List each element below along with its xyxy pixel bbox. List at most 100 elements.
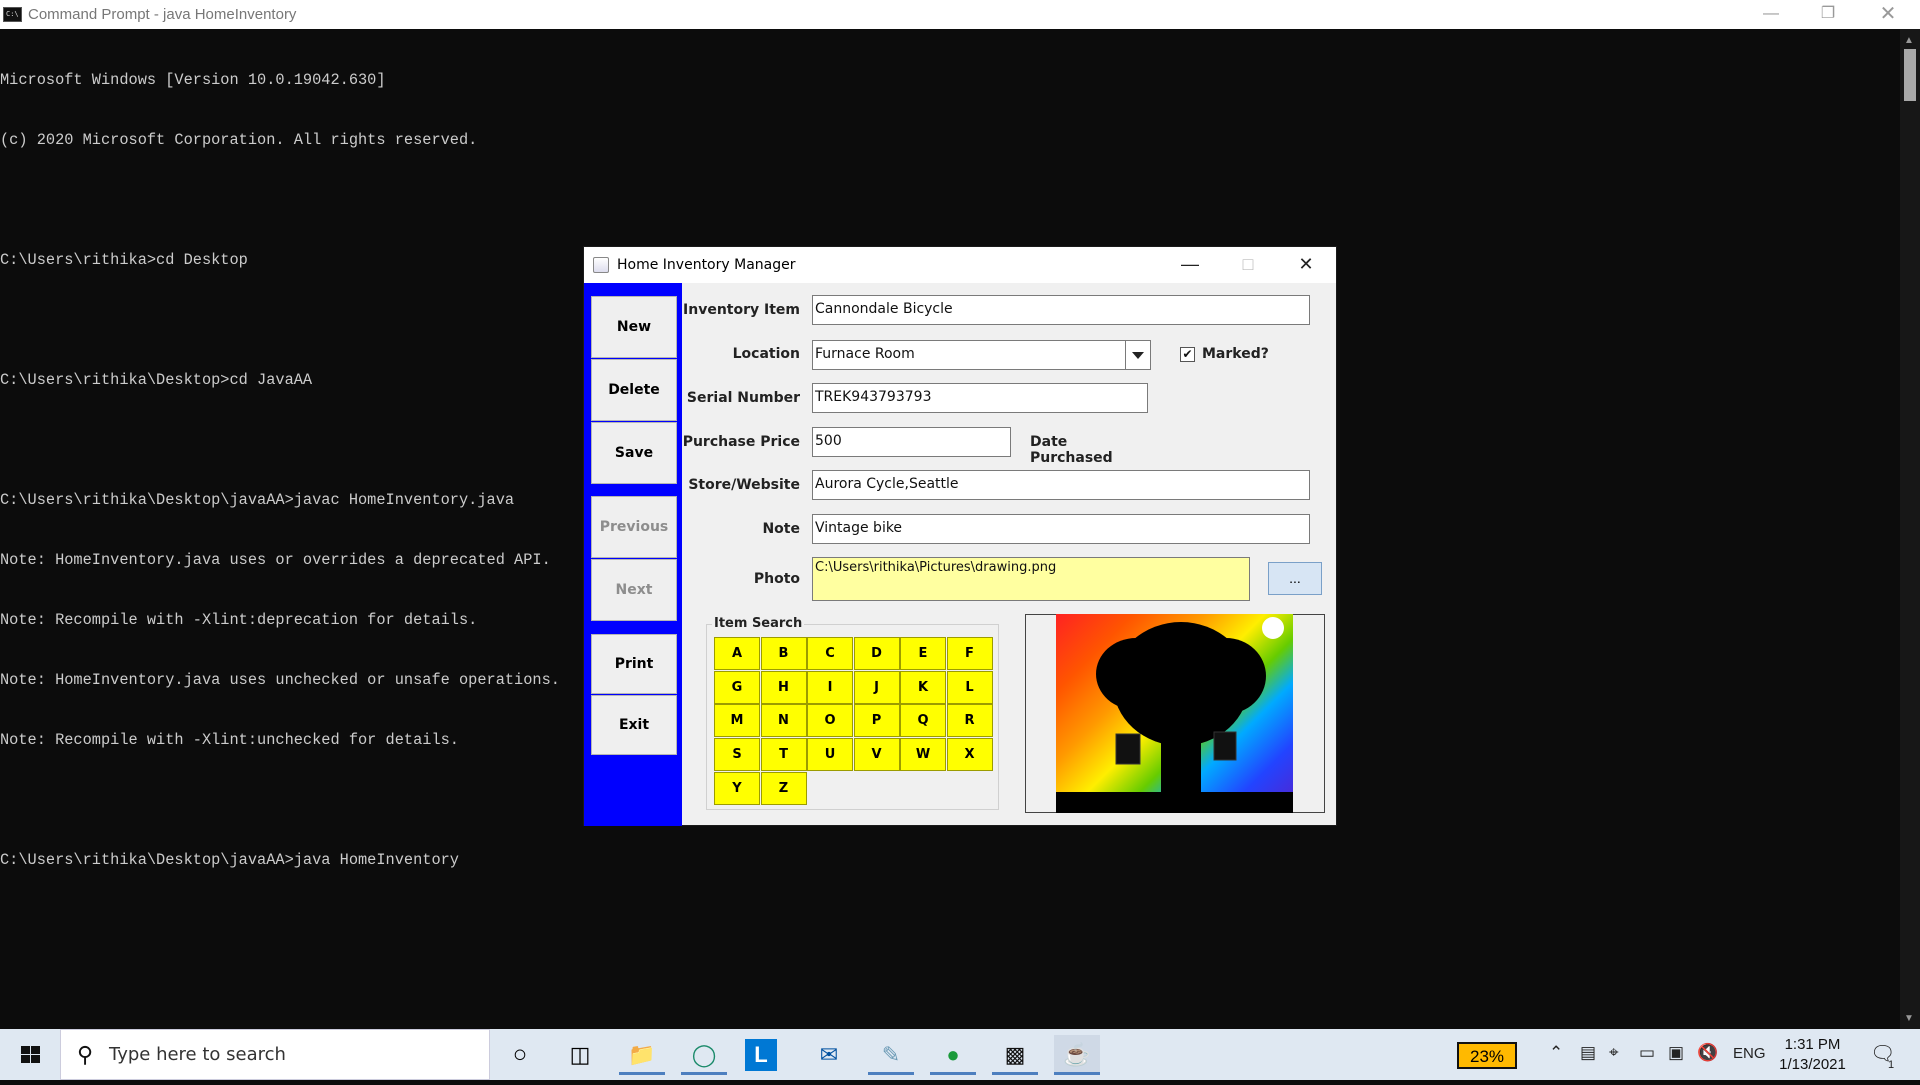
- inventory-titlebar[interactable]: Home Inventory Manager — □ ✕: [584, 247, 1336, 283]
- edge-icon[interactable]: ◯: [681, 1035, 727, 1075]
- photo-path-field: C:\Users\rithika\Pictures\drawing.png: [812, 557, 1250, 601]
- window-title: Home Inventory Manager: [617, 257, 796, 273]
- console-title: Command Prompt - java HomeInventory: [28, 6, 297, 23]
- letter-button-l[interactable]: L: [946, 670, 993, 704]
- letter-button-e[interactable]: E: [900, 637, 946, 670]
- location-combo[interactable]: Furnace Room: [812, 340, 1126, 370]
- maps-icon[interactable]: ●: [930, 1035, 976, 1075]
- search-placeholder: Type here to search: [109, 1044, 286, 1065]
- letter-button-i[interactable]: I: [807, 670, 853, 704]
- restore-icon[interactable]: ❐: [1800, 0, 1856, 29]
- close-icon[interactable]: ✕: [1277, 247, 1335, 283]
- console-line: C:\Users\rithika\Desktop\javaAA>java Hom…: [0, 851, 459, 869]
- taskbar-search-box[interactable]: ⚲ Type here to search: [60, 1029, 490, 1080]
- letter-button-q[interactable]: Q: [900, 704, 946, 738]
- letter-button-r[interactable]: R: [946, 704, 993, 738]
- purchase-price-field[interactable]: 500: [812, 427, 1011, 457]
- wifi-icon[interactable]: ⌖: [1609, 1043, 1619, 1063]
- note-field[interactable]: Vintage bike: [812, 514, 1310, 544]
- letter-button-k[interactable]: K: [900, 670, 946, 704]
- store-website-label: Store/Website: [688, 477, 800, 493]
- scroll-down-icon[interactable]: ▼: [1904, 1013, 1914, 1024]
- scroll-thumb[interactable]: [1904, 49, 1916, 101]
- chevron-down-icon[interactable]: [1125, 340, 1151, 370]
- inventory-item-field[interactable]: Cannondale Bicycle: [812, 295, 1310, 325]
- letter-button-f[interactable]: F: [946, 637, 993, 670]
- letter-button-v[interactable]: V: [853, 738, 900, 772]
- letter-button-z[interactable]: Z: [760, 771, 807, 805]
- marked-label: Marked?: [1202, 346, 1269, 362]
- chevron-up-icon[interactable]: ⌃: [1549, 1043, 1563, 1063]
- letter-button-s[interactable]: S: [714, 738, 760, 772]
- letter-button-h[interactable]: H: [760, 670, 807, 704]
- letter-button-w[interactable]: W: [900, 738, 946, 772]
- print-button[interactable]: Print: [591, 634, 677, 694]
- start-button[interactable]: [0, 1029, 60, 1080]
- letter-button-p[interactable]: P: [853, 704, 900, 738]
- tree-drawing: [1056, 617, 1293, 813]
- clock-date: 1/13/2021: [1779, 1056, 1846, 1073]
- close-icon[interactable]: ✕: [1860, 0, 1916, 29]
- volume-mute-icon[interactable]: 🔇: [1697, 1043, 1718, 1063]
- mail-icon[interactable]: ✉: [806, 1035, 852, 1075]
- next-button[interactable]: Next: [591, 559, 677, 621]
- battery-indicator[interactable]: 23%: [1457, 1042, 1517, 1069]
- delete-button[interactable]: Delete: [591, 359, 677, 421]
- device-icon[interactable]: ▤: [1580, 1043, 1596, 1063]
- cortana-icon[interactable]: ○: [497, 1035, 543, 1075]
- network-icon[interactable]: ▣: [1668, 1043, 1684, 1063]
- letter-button-y[interactable]: Y: [714, 771, 760, 805]
- java-icon[interactable]: ☕: [1054, 1035, 1100, 1075]
- store-website-field[interactable]: Aurora Cycle,Seattle: [812, 470, 1310, 500]
- java-icon: [593, 257, 609, 273]
- minimize-icon[interactable]: —: [1743, 0, 1799, 29]
- serial-number-field[interactable]: TREK943793793: [812, 383, 1148, 413]
- letter-button-c[interactable]: C: [807, 637, 853, 670]
- location-label: Location: [732, 346, 800, 362]
- letter-button-n[interactable]: N: [760, 704, 807, 738]
- new-button[interactable]: New: [591, 296, 677, 358]
- letter-button-d[interactable]: D: [853, 637, 900, 670]
- letter-button-a[interactable]: A: [714, 637, 760, 670]
- letter-button-g[interactable]: G: [714, 670, 760, 704]
- serial-number-label: Serial Number: [686, 390, 800, 406]
- paint-icon[interactable]: ✎: [868, 1035, 914, 1075]
- console-titlebar[interactable]: Command Prompt - java HomeInventory — ❐ …: [0, 0, 1920, 29]
- letter-button-u[interactable]: U: [807, 738, 853, 772]
- letter-button-j[interactable]: J: [853, 670, 900, 704]
- taskbar: ⚲ Type here to search ○ ◫ 📁 ◯ L ✉ ✎ ● ▩ …: [0, 1029, 1920, 1080]
- previous-button[interactable]: Previous: [591, 496, 677, 558]
- letter-button-o[interactable]: O: [807, 704, 853, 738]
- letter-button-m[interactable]: M: [714, 704, 760, 738]
- photo-label: Photo: [753, 571, 800, 587]
- note-label: Note: [762, 521, 800, 537]
- clock[interactable]: 1:31 PM 1/13/2021: [1760, 1035, 1865, 1075]
- l-app-icon[interactable]: L: [745, 1039, 777, 1071]
- browse-photo-button[interactable]: ...: [1268, 562, 1322, 595]
- purchase-price-label: Purchase Price: [682, 434, 800, 450]
- item-photo-image: [1056, 614, 1293, 813]
- console-line: ​: [0, 190, 1890, 210]
- clock-time: 1:31 PM: [1784, 1036, 1841, 1053]
- date-purchased-label: Date Purchased: [1030, 434, 1113, 466]
- notification-count: 1: [1888, 1059, 1895, 1071]
- console-line: Microsoft Windows [Version 10.0.19042.63…: [0, 71, 386, 89]
- battery-icon[interactable]: ▭: [1639, 1043, 1655, 1063]
- minimize-icon[interactable]: —: [1161, 247, 1219, 283]
- item-search-title: Item Search: [712, 616, 805, 631]
- console-scrollbar[interactable]: ▲ ▼: [1900, 29, 1920, 1029]
- search-icon: ⚲: [77, 1042, 94, 1067]
- task-view-icon[interactable]: ◫: [557, 1035, 603, 1075]
- windows-icon: [21, 1046, 40, 1063]
- save-button[interactable]: Save: [591, 422, 677, 484]
- exit-button[interactable]: Exit: [591, 695, 677, 755]
- letter-button-t[interactable]: T: [760, 738, 807, 772]
- file-explorer-icon[interactable]: 📁: [619, 1035, 665, 1075]
- console-line: (c) 2020 Microsoft Corporation. All righ…: [0, 131, 478, 149]
- command-prompt-icon[interactable]: ▩: [992, 1035, 1038, 1075]
- marked-checkbox[interactable]: ✔: [1180, 347, 1195, 362]
- letter-button-b[interactable]: B: [760, 637, 807, 670]
- maximize-icon: □: [1242, 254, 1254, 274]
- scroll-up-icon[interactable]: ▲: [1904, 35, 1914, 46]
- letter-button-x[interactable]: X: [946, 738, 993, 772]
